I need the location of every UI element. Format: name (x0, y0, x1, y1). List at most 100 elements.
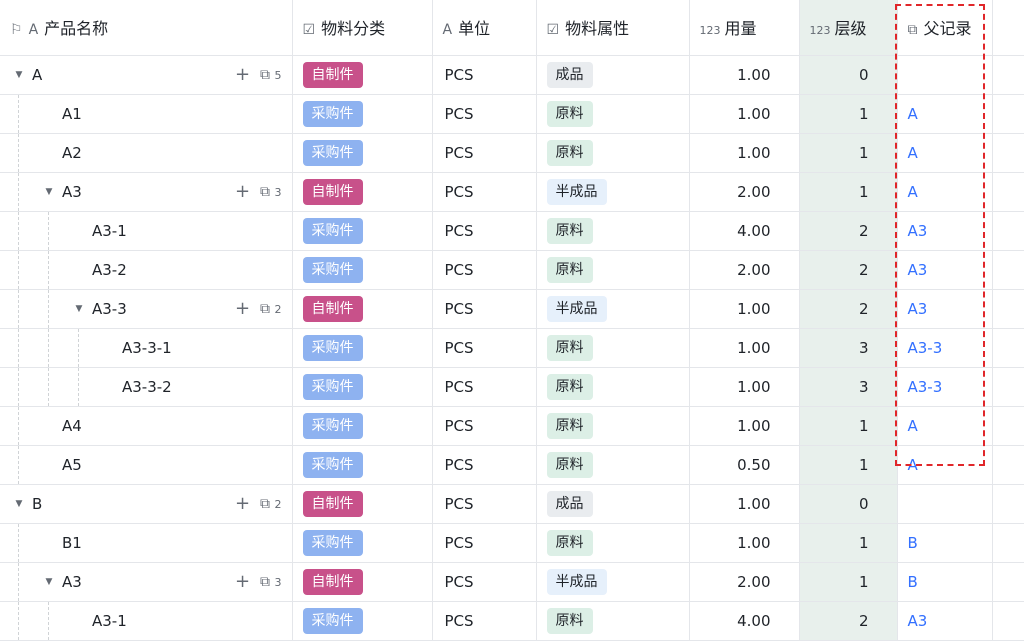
column-header-attribute[interactable]: ☑ 物料属性 (536, 0, 690, 56)
cell-parent[interactable]: A (897, 94, 993, 134)
cell-category[interactable]: 自制件 (292, 562, 433, 602)
cell-category[interactable]: 采购件 (292, 523, 433, 563)
cell-parent[interactable] (897, 55, 993, 95)
parent-link[interactable]: A3-3 (908, 339, 943, 357)
cell-name[interactable]: ▼ A3-3 + ⧉ 2 (0, 289, 293, 329)
cell-parent[interactable]: A3 (897, 211, 993, 251)
cell-unit[interactable]: PCS (432, 484, 537, 524)
cell-name[interactable]: B1 (0, 523, 293, 563)
table-row[interactable]: A1 采购件 PCS 原料 1.00 1 A (0, 94, 1024, 134)
parent-link[interactable]: A3-3 (908, 378, 943, 396)
add-child-icon[interactable]: + (235, 182, 250, 201)
parent-link[interactable]: A3 (908, 300, 928, 318)
cell-attribute[interactable]: 原料 (536, 94, 690, 134)
cell-category[interactable]: 采购件 (292, 250, 433, 290)
cell-attribute[interactable]: 半成品 (536, 289, 690, 329)
cell-parent[interactable]: A3-3 (897, 328, 993, 368)
add-child-icon[interactable]: + (235, 572, 250, 591)
cell-level[interactable]: 2 (799, 211, 898, 251)
cell-level[interactable]: 1 (799, 445, 898, 485)
cell-category[interactable]: 自制件 (292, 289, 433, 329)
cell-quantity[interactable]: 2.00 (689, 250, 800, 290)
subrecord-count[interactable]: ⧉ 3 (260, 184, 281, 200)
cell-quantity[interactable]: 1.00 (689, 133, 800, 173)
table-row[interactable]: A2 采购件 PCS 原料 1.00 1 A (0, 133, 1024, 173)
parent-link[interactable]: B (908, 573, 918, 591)
cell-quantity[interactable]: 1.00 (689, 484, 800, 524)
cell-attribute[interactable]: 半成品 (536, 172, 690, 212)
parent-link[interactable]: A3 (908, 222, 928, 240)
cell-attribute[interactable]: 成品 (536, 484, 690, 524)
cell-category[interactable]: 采购件 (292, 211, 433, 251)
cell-level[interactable]: 1 (799, 172, 898, 212)
cell-parent[interactable]: A3 (897, 250, 993, 290)
table-row[interactable]: ▼ A3 + ⧉ 3 自制件 PCS 半成品 2.00 1 B (0, 562, 1024, 602)
cell-unit[interactable]: PCS (432, 406, 537, 446)
cell-extra[interactable] (992, 211, 1024, 251)
table-row[interactable]: A3-2 采购件 PCS 原料 2.00 2 A3 (0, 250, 1024, 290)
cell-attribute[interactable]: 原料 (536, 445, 690, 485)
cell-parent[interactable]: A (897, 406, 993, 446)
cell-name[interactable]: ▼ A3 + ⧉ 3 (0, 172, 293, 212)
cell-quantity[interactable]: 1.00 (689, 523, 800, 563)
cell-parent[interactable]: A (897, 172, 993, 212)
cell-quantity[interactable]: 4.00 (689, 211, 800, 251)
column-header-level[interactable]: 123 层级 (799, 0, 898, 56)
cell-attribute[interactable]: 半成品 (536, 562, 690, 602)
cell-attribute[interactable]: 成品 (536, 55, 690, 95)
cell-unit[interactable]: PCS (432, 94, 537, 134)
add-child-icon[interactable]: + (235, 494, 250, 513)
cell-extra[interactable] (992, 484, 1024, 524)
parent-link[interactable]: A (908, 456, 918, 474)
cell-extra[interactable] (992, 523, 1024, 563)
cell-extra[interactable] (992, 445, 1024, 485)
cell-name[interactable]: A3-2 (0, 250, 293, 290)
cell-level[interactable]: 1 (799, 562, 898, 602)
cell-extra[interactable] (992, 601, 1024, 641)
parent-link[interactable]: B (908, 534, 918, 552)
cell-extra[interactable] (992, 406, 1024, 446)
expand-triangle-icon[interactable]: ▼ (72, 304, 86, 314)
cell-name[interactable]: ▼ A3 + ⧉ 3 (0, 562, 293, 602)
cell-unit[interactable]: PCS (432, 562, 537, 602)
cell-extra[interactable] (992, 367, 1024, 407)
cell-level[interactable]: 1 (799, 133, 898, 173)
cell-quantity[interactable]: 2.00 (689, 172, 800, 212)
cell-extra[interactable] (992, 55, 1024, 95)
parent-link[interactable]: A (908, 105, 918, 123)
cell-unit[interactable]: PCS (432, 172, 537, 212)
cell-attribute[interactable]: 原料 (536, 211, 690, 251)
cell-quantity[interactable]: 1.00 (689, 328, 800, 368)
cell-parent[interactable]: A3 (897, 289, 993, 329)
cell-unit[interactable]: PCS (432, 367, 537, 407)
add-child-icon[interactable]: + (235, 65, 250, 84)
cell-level[interactable]: 2 (799, 289, 898, 329)
cell-attribute[interactable]: 原料 (536, 601, 690, 641)
cell-unit[interactable]: PCS (432, 601, 537, 641)
cell-unit[interactable]: PCS (432, 328, 537, 368)
cell-category[interactable]: 采购件 (292, 328, 433, 368)
cell-name[interactable]: A2 (0, 133, 293, 173)
table-row[interactable]: A3-3-2 采购件 PCS 原料 1.00 3 A3-3 (0, 367, 1024, 407)
cell-unit[interactable]: PCS (432, 133, 537, 173)
table-row[interactable]: ▼ B + ⧉ 2 自制件 PCS 成品 1.00 0 (0, 484, 1024, 524)
column-header-quantity[interactable]: 123 用量 (689, 0, 800, 56)
cell-attribute[interactable]: 原料 (536, 250, 690, 290)
cell-category[interactable]: 自制件 (292, 484, 433, 524)
cell-category[interactable]: 采购件 (292, 445, 433, 485)
cell-quantity[interactable]: 4.00 (689, 601, 800, 641)
cell-name[interactable]: A3-3-1 (0, 328, 293, 368)
cell-level[interactable]: 0 (799, 484, 898, 524)
cell-level[interactable]: 1 (799, 94, 898, 134)
cell-unit[interactable]: PCS (432, 250, 537, 290)
cell-quantity[interactable]: 1.00 (689, 289, 800, 329)
table-row[interactable]: ▼ A3-3 + ⧉ 2 自制件 PCS 半成品 1.00 2 A3 (0, 289, 1024, 329)
cell-level[interactable]: 3 (799, 328, 898, 368)
cell-unit[interactable]: PCS (432, 523, 537, 563)
cell-extra[interactable] (992, 289, 1024, 329)
cell-extra[interactable] (992, 328, 1024, 368)
column-header-extra[interactable] (992, 0, 1024, 56)
expand-triangle-icon[interactable]: ▼ (12, 70, 26, 80)
cell-level[interactable]: 3 (799, 367, 898, 407)
expand-triangle-icon[interactable]: ▼ (42, 577, 56, 587)
